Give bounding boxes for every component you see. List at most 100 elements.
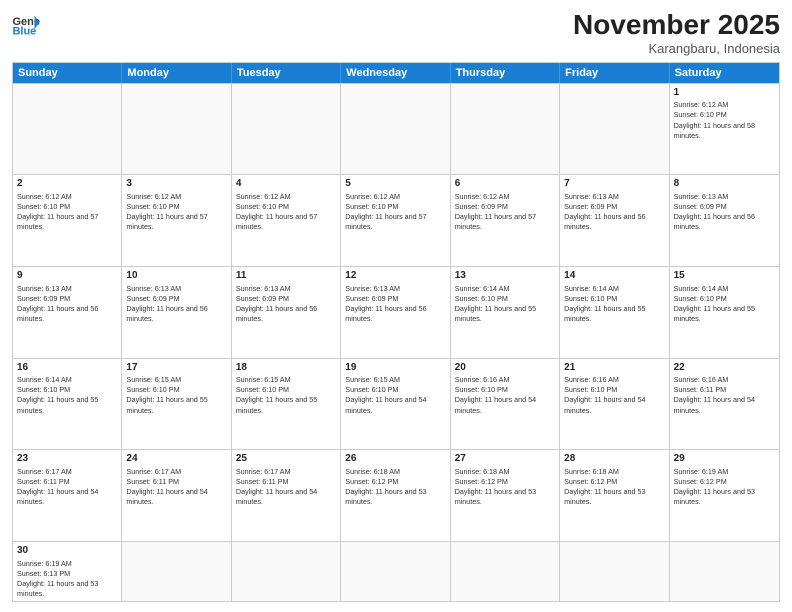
day-number: 16	[17, 361, 117, 375]
day-number: 29	[674, 452, 775, 466]
calendar-cell-5-0: 30Sunrise: 6:19 AM Sunset: 6:13 PM Dayli…	[13, 542, 122, 601]
day-number: 20	[455, 361, 555, 375]
day-number: 10	[126, 269, 226, 283]
cell-info: Sunrise: 6:19 AM Sunset: 6:13 PM Dayligh…	[17, 559, 98, 598]
cell-info: Sunrise: 6:14 AM Sunset: 6:10 PM Dayligh…	[455, 284, 536, 323]
cell-info: Sunrise: 6:12 AM Sunset: 6:10 PM Dayligh…	[345, 192, 426, 231]
cell-info: Sunrise: 6:15 AM Sunset: 6:10 PM Dayligh…	[345, 375, 426, 414]
header-saturday: Saturday	[670, 63, 779, 83]
day-number: 22	[674, 361, 775, 375]
cell-info: Sunrise: 6:19 AM Sunset: 6:12 PM Dayligh…	[674, 467, 755, 506]
calendar-cell-1-6: 8Sunrise: 6:13 AM Sunset: 6:09 PM Daylig…	[670, 175, 779, 266]
day-number: 12	[345, 269, 445, 283]
day-number: 1	[674, 86, 775, 100]
calendar-cell-4-4: 27Sunrise: 6:18 AM Sunset: 6:12 PM Dayli…	[451, 450, 560, 541]
day-number: 17	[126, 361, 226, 375]
day-number: 14	[564, 269, 664, 283]
calendar-cell-2-1: 10Sunrise: 6:13 AM Sunset: 6:09 PM Dayli…	[122, 267, 231, 358]
calendar-row-3: 16Sunrise: 6:14 AM Sunset: 6:10 PM Dayli…	[13, 358, 779, 450]
cell-info: Sunrise: 6:12 AM Sunset: 6:09 PM Dayligh…	[455, 192, 536, 231]
calendar-row-1: 2Sunrise: 6:12 AM Sunset: 6:10 PM Daylig…	[13, 174, 779, 266]
cell-info: Sunrise: 6:13 AM Sunset: 6:09 PM Dayligh…	[345, 284, 426, 323]
calendar-cell-4-5: 28Sunrise: 6:18 AM Sunset: 6:12 PM Dayli…	[560, 450, 669, 541]
calendar-cell-5-1	[122, 542, 231, 601]
header-sunday: Sunday	[13, 63, 122, 83]
cell-info: Sunrise: 6:13 AM Sunset: 6:09 PM Dayligh…	[236, 284, 317, 323]
page: General Blue November 2025 Karangbaru, I…	[0, 0, 792, 612]
calendar-cell-2-6: 15Sunrise: 6:14 AM Sunset: 6:10 PM Dayli…	[670, 267, 779, 358]
calendar-row-2: 9Sunrise: 6:13 AM Sunset: 6:09 PM Daylig…	[13, 266, 779, 358]
cell-info: Sunrise: 6:13 AM Sunset: 6:09 PM Dayligh…	[126, 284, 207, 323]
day-number: 3	[126, 177, 226, 191]
cell-info: Sunrise: 6:12 AM Sunset: 6:10 PM Dayligh…	[236, 192, 317, 231]
calendar-cell-3-4: 20Sunrise: 6:16 AM Sunset: 6:10 PM Dayli…	[451, 359, 560, 450]
day-number: 21	[564, 361, 664, 375]
calendar-cell-3-0: 16Sunrise: 6:14 AM Sunset: 6:10 PM Dayli…	[13, 359, 122, 450]
day-number: 8	[674, 177, 775, 191]
header-wednesday: Wednesday	[341, 63, 450, 83]
calendar-row-4: 23Sunrise: 6:17 AM Sunset: 6:11 PM Dayli…	[13, 449, 779, 541]
svg-text:Blue: Blue	[12, 25, 36, 36]
cell-info: Sunrise: 6:14 AM Sunset: 6:10 PM Dayligh…	[564, 284, 645, 323]
cell-info: Sunrise: 6:17 AM Sunset: 6:11 PM Dayligh…	[17, 467, 98, 506]
cell-info: Sunrise: 6:18 AM Sunset: 6:12 PM Dayligh…	[564, 467, 645, 506]
day-number: 18	[236, 361, 336, 375]
subtitle: Karangbaru, Indonesia	[573, 41, 780, 56]
calendar-cell-4-3: 26Sunrise: 6:18 AM Sunset: 6:12 PM Dayli…	[341, 450, 450, 541]
day-number: 13	[455, 269, 555, 283]
day-number: 24	[126, 452, 226, 466]
cell-info: Sunrise: 6:14 AM Sunset: 6:10 PM Dayligh…	[17, 375, 98, 414]
cell-info: Sunrise: 6:16 AM Sunset: 6:11 PM Dayligh…	[674, 375, 755, 414]
cell-info: Sunrise: 6:16 AM Sunset: 6:10 PM Dayligh…	[455, 375, 536, 414]
day-number: 25	[236, 452, 336, 466]
calendar: Sunday Monday Tuesday Wednesday Thursday…	[12, 62, 780, 602]
calendar-cell-1-4: 6Sunrise: 6:12 AM Sunset: 6:09 PM Daylig…	[451, 175, 560, 266]
day-number: 2	[17, 177, 117, 191]
calendar-cell-2-0: 9Sunrise: 6:13 AM Sunset: 6:09 PM Daylig…	[13, 267, 122, 358]
calendar-cell-5-4	[451, 542, 560, 601]
header-monday: Monday	[122, 63, 231, 83]
calendar-row-5: 30Sunrise: 6:19 AM Sunset: 6:13 PM Dayli…	[13, 541, 779, 601]
cell-info: Sunrise: 6:12 AM Sunset: 6:10 PM Dayligh…	[674, 100, 755, 139]
calendar-cell-1-2: 4Sunrise: 6:12 AM Sunset: 6:10 PM Daylig…	[232, 175, 341, 266]
month-title: November 2025	[573, 10, 780, 41]
calendar-cell-5-3	[341, 542, 450, 601]
calendar-cell-5-2	[232, 542, 341, 601]
calendar-header: Sunday Monday Tuesday Wednesday Thursday…	[13, 63, 779, 83]
day-number: 11	[236, 269, 336, 283]
day-number: 30	[17, 544, 117, 558]
logo-icon: General Blue	[12, 14, 40, 36]
day-number: 6	[455, 177, 555, 191]
cell-info: Sunrise: 6:15 AM Sunset: 6:10 PM Dayligh…	[236, 375, 317, 414]
day-number: 26	[345, 452, 445, 466]
cell-info: Sunrise: 6:17 AM Sunset: 6:11 PM Dayligh…	[126, 467, 207, 506]
calendar-cell-0-6: 1Sunrise: 6:12 AM Sunset: 6:10 PM Daylig…	[670, 84, 779, 175]
day-number: 15	[674, 269, 775, 283]
calendar-cell-0-3	[341, 84, 450, 175]
calendar-cell-0-0	[13, 84, 122, 175]
calendar-cell-4-2: 25Sunrise: 6:17 AM Sunset: 6:11 PM Dayli…	[232, 450, 341, 541]
calendar-cell-0-4	[451, 84, 560, 175]
day-number: 7	[564, 177, 664, 191]
header: General Blue November 2025 Karangbaru, I…	[12, 10, 780, 56]
calendar-cell-2-4: 13Sunrise: 6:14 AM Sunset: 6:10 PM Dayli…	[451, 267, 560, 358]
cell-info: Sunrise: 6:16 AM Sunset: 6:10 PM Dayligh…	[564, 375, 645, 414]
cell-info: Sunrise: 6:18 AM Sunset: 6:12 PM Dayligh…	[455, 467, 536, 506]
day-number: 27	[455, 452, 555, 466]
cell-info: Sunrise: 6:13 AM Sunset: 6:09 PM Dayligh…	[674, 192, 755, 231]
day-number: 19	[345, 361, 445, 375]
calendar-cell-4-6: 29Sunrise: 6:19 AM Sunset: 6:12 PM Dayli…	[670, 450, 779, 541]
calendar-cell-2-2: 11Sunrise: 6:13 AM Sunset: 6:09 PM Dayli…	[232, 267, 341, 358]
calendar-cell-1-0: 2Sunrise: 6:12 AM Sunset: 6:10 PM Daylig…	[13, 175, 122, 266]
header-thursday: Thursday	[451, 63, 560, 83]
cell-info: Sunrise: 6:17 AM Sunset: 6:11 PM Dayligh…	[236, 467, 317, 506]
calendar-cell-3-6: 22Sunrise: 6:16 AM Sunset: 6:11 PM Dayli…	[670, 359, 779, 450]
calendar-cell-0-5	[560, 84, 669, 175]
day-number: 28	[564, 452, 664, 466]
cell-info: Sunrise: 6:15 AM Sunset: 6:10 PM Dayligh…	[126, 375, 207, 414]
calendar-cell-3-5: 21Sunrise: 6:16 AM Sunset: 6:10 PM Dayli…	[560, 359, 669, 450]
cell-info: Sunrise: 6:12 AM Sunset: 6:10 PM Dayligh…	[17, 192, 98, 231]
calendar-cell-0-1	[122, 84, 231, 175]
cell-info: Sunrise: 6:13 AM Sunset: 6:09 PM Dayligh…	[17, 284, 98, 323]
header-tuesday: Tuesday	[232, 63, 341, 83]
